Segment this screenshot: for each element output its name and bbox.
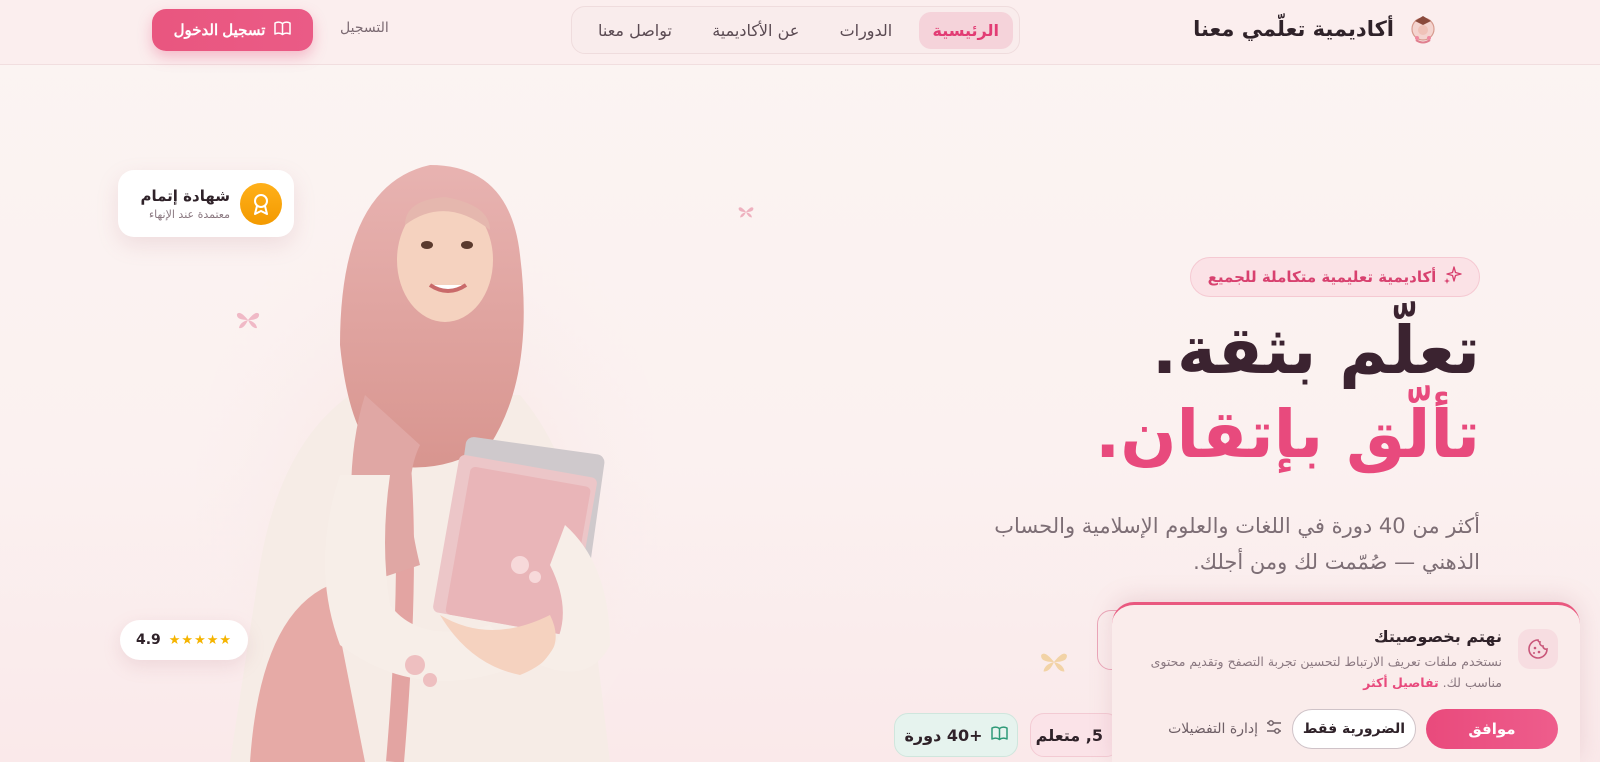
main-nav: الرئيسية الدورات عن الأكاديمية تواصل معن… [571, 6, 1020, 54]
nav-item-home[interactable]: الرئيسية [918, 11, 1013, 49]
nav-item-about[interactable]: عن الأكاديمية [698, 12, 813, 49]
cookie-text-body: نستخدم ملفات تعريف الارتباط لتحسين تجربة… [1150, 654, 1502, 690]
cookie-icon [1518, 629, 1558, 669]
hero-badge-label: أكاديمية تعليمية متكاملة للجميع [1207, 268, 1437, 286]
login-button[interactable]: تسجيل الدخول [152, 9, 313, 51]
cookie-title: نهتم بخصوصيتك [1374, 627, 1502, 646]
butterfly-icon [1040, 650, 1068, 674]
hero-description: أكثر من 40 دورة في اللغات والعلوم الإسلا… [994, 514, 1480, 574]
academy-logo-icon [1406, 10, 1440, 48]
brand-name: أكاديمية تعلّمي معنا [1193, 17, 1394, 41]
stat-learners-label: 5, متعلم [1035, 725, 1103, 745]
cookie-text: نستخدم ملفات تعريف الارتباط لتحسين تجربة… [1132, 651, 1502, 693]
rating-value: 4.9 [135, 632, 161, 648]
cookie-banner: نهتم بخصوصيتك نستخدم ملفات تعريف الارتبا… [1112, 602, 1580, 762]
certificate-card: شهادة إتمام معتمدة عند الإنهاء [118, 170, 294, 237]
student-photo [190, 145, 665, 762]
nav-item-contact[interactable]: تواصل معنا [584, 12, 686, 49]
hero-badge: أكاديمية تعليمية متكاملة للجميع [1190, 257, 1480, 297]
cookie-manage-label: إدارة التفضيلات [1168, 721, 1258, 737]
certificate-title: شهادة إتمام [140, 186, 230, 205]
hero-headline-line1: تعلّم بثقة. [1151, 312, 1480, 389]
cookie-details-link[interactable]: تفاصيل أكثر [1363, 675, 1439, 690]
book-icon [990, 725, 1008, 745]
login-label: تسجيل الدخول [173, 22, 266, 39]
sparkles-icon [1444, 266, 1463, 288]
cookie-accept-button[interactable]: موافق [1426, 709, 1558, 749]
cookie-manage-button[interactable]: إدارة التفضيلات [1168, 709, 1282, 749]
stat-courses-label: +40 دورة [904, 725, 983, 745]
star-icon: ★★★★★ [168, 632, 233, 648]
stat-courses: +40 دورة [894, 713, 1018, 757]
sliders-icon [1266, 720, 1282, 738]
hero-headline-line2: تألّق بإتقان. [1095, 396, 1480, 473]
brand[interactable]: أكاديمية تعلّمي معنا [1193, 10, 1440, 48]
cookie-necessary-button[interactable]: الضرورية فقط [1292, 709, 1416, 749]
stat-learners: 5, متعلم [1030, 713, 1120, 757]
butterfly-icon [738, 205, 754, 219]
site-header: أكاديمية تعلّمي معنا الرئيسية الدورات عن… [0, 0, 1600, 65]
butterfly-icon [236, 310, 260, 330]
nav-item-courses[interactable]: الدورات [826, 12, 907, 49]
register-link[interactable]: التسجيل [340, 20, 389, 36]
book-icon [274, 20, 292, 40]
certificate-subtitle: معتمدة عند الإنهاء [148, 207, 230, 221]
award-icon [240, 182, 282, 225]
rating-badge: 4.9 ★★★★★ [120, 620, 248, 660]
